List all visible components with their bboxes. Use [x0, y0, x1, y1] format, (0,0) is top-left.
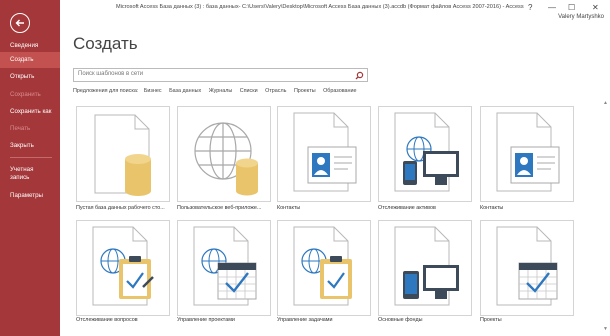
- template-label: Управление задачами: [277, 317, 333, 323]
- backstage-sidebar: Сведения Создать Открыть Сохранить Сохра…: [0, 0, 60, 336]
- template-tile-issue-tracking[interactable]: [76, 220, 170, 316]
- search-suggestions: Предложения для поиска: Бизнес База данн…: [73, 88, 363, 94]
- sidebar-item-print[interactable]: Печать: [0, 121, 60, 137]
- template-label: Основные фонды: [378, 317, 423, 323]
- close-button[interactable]: ✕: [592, 3, 599, 12]
- sidebar-item-account[interactable]: Учетная запись: [0, 166, 44, 188]
- template-tile-projects[interactable]: [480, 220, 574, 316]
- template-label: Пустая база данных рабочего сто...: [76, 205, 165, 211]
- account-user-name[interactable]: Valery Martyshko: [558, 14, 604, 20]
- asset-tracking-icon: [394, 112, 459, 192]
- projects-icon: [496, 226, 558, 306]
- template-tile-contacts[interactable]: [277, 106, 371, 202]
- template-tile-fixed-assets[interactable]: [378, 220, 472, 316]
- sidebar-item-open[interactable]: Открыть: [0, 69, 60, 85]
- suggestion-link[interactable]: Бизнес: [144, 88, 162, 94]
- fixed-assets-icon: [394, 226, 459, 306]
- suggestion-link[interactable]: Списки: [240, 88, 258, 94]
- template-tile-asset-tracking[interactable]: [378, 106, 472, 202]
- template-label: Отслеживание активов: [378, 205, 436, 211]
- template-label: Проекты: [480, 317, 502, 323]
- page-title: Создать: [73, 34, 138, 53]
- sidebar-item-options[interactable]: Параметры: [0, 188, 60, 204]
- back-button[interactable]: [10, 13, 30, 33]
- sidebar-separator: [10, 157, 52, 158]
- template-tile-blank-database[interactable]: [76, 106, 170, 202]
- suggestion-link[interactable]: База данных: [169, 88, 201, 94]
- task-management-icon: [293, 226, 352, 306]
- maximize-button[interactable]: ☐: [568, 3, 575, 12]
- sidebar-item-new[interactable]: Создать: [0, 52, 60, 68]
- issue-tracking-icon: [92, 226, 154, 306]
- template-tile-web-app[interactable]: [177, 106, 271, 202]
- sidebar-item-save[interactable]: Сохранить: [0, 87, 60, 103]
- scroll-down-arrow[interactable]: ▼: [603, 326, 608, 332]
- contacts-icon: [496, 112, 560, 192]
- suggestion-link[interactable]: Образование: [323, 88, 356, 94]
- template-label: Управление проектами: [177, 317, 235, 323]
- suggestion-link[interactable]: Проекты: [294, 88, 316, 94]
- scroll-up-arrow[interactable]: ▲: [603, 100, 608, 106]
- sidebar-item-save-as[interactable]: Сохранить как: [0, 104, 60, 120]
- search-icon[interactable]: [355, 71, 364, 80]
- blank-database-icon: [94, 114, 151, 196]
- web-app-icon: [194, 122, 258, 196]
- suggestions-label: Предложения для поиска:: [73, 88, 139, 94]
- suggestion-link[interactable]: Журналы: [209, 88, 233, 94]
- template-label: Контакты: [480, 205, 504, 211]
- template-tile-project-management[interactable]: [177, 220, 271, 316]
- project-management-icon: [193, 226, 257, 306]
- template-label: Пользовательское веб-приложе...: [177, 205, 262, 211]
- template-tile-task-management[interactable]: [277, 220, 371, 316]
- window-title: Microsoft Access База данных (3) : база …: [116, 4, 524, 10]
- template-tile-contacts-2[interactable]: [480, 106, 574, 202]
- help-button[interactable]: ?: [528, 3, 532, 12]
- sidebar-item-close[interactable]: Закрыть: [0, 138, 60, 154]
- template-label: Отслеживание вопросов: [76, 317, 138, 323]
- minimize-button[interactable]: —: [548, 3, 556, 12]
- title-bar: Microsoft Access База данных (3) : база …: [60, 0, 610, 18]
- back-arrow-icon: [15, 19, 24, 27]
- suggestion-link[interactable]: Отрасль: [265, 88, 286, 94]
- template-label: Контакты: [277, 205, 301, 211]
- contacts-icon: [293, 112, 357, 192]
- template-search-input[interactable]: Поиск шаблонов в сети: [73, 68, 368, 82]
- search-placeholder: Поиск шаблонов в сети: [78, 71, 144, 77]
